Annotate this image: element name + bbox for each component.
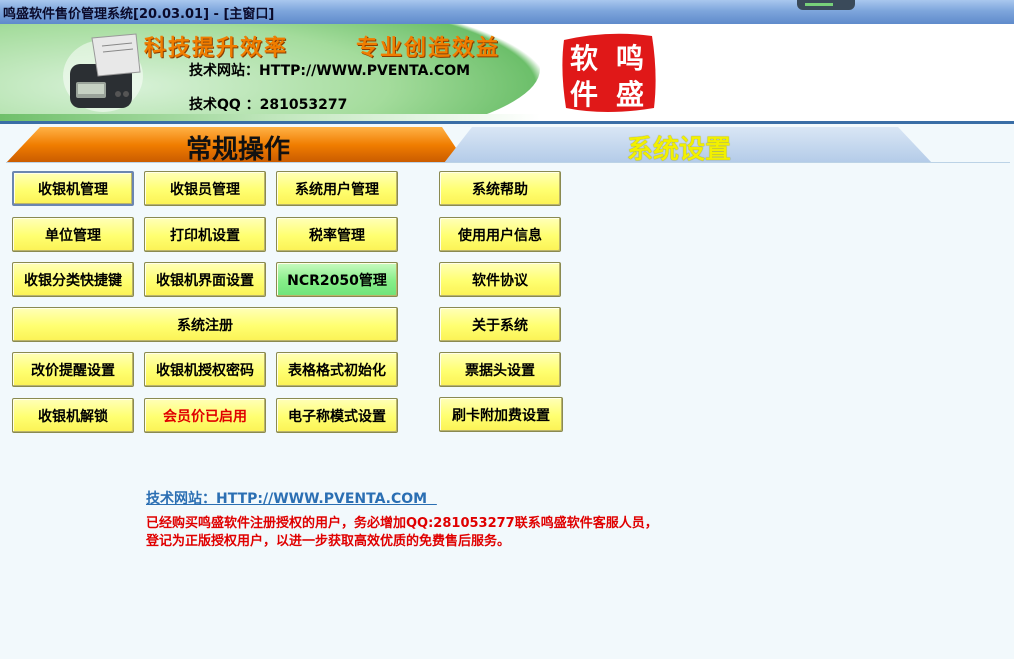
registration-notice: 已经购买鸣盛软件注册授权的用户，务必增加QQ:281053277联系鸣盛软件客服… bbox=[146, 515, 658, 551]
status-indicator-icon bbox=[805, 3, 833, 6]
card-surcharge-button[interactable]: 刷卡附加费设置 bbox=[439, 397, 563, 432]
unit-management-button[interactable]: 单位管理 bbox=[12, 217, 134, 252]
table-init-button[interactable]: 表格格式初始化 bbox=[276, 352, 398, 387]
cashier-ui-button[interactable]: 收银机界面设置 bbox=[144, 262, 266, 297]
system-register-button[interactable]: 系统注册 bbox=[12, 307, 398, 342]
window-controls[interactable] bbox=[797, 0, 855, 10]
website-link[interactable]: 技术网站：HTTP://WWW.PVENTA.COM bbox=[146, 488, 437, 508]
price-alert-button[interactable]: 改价提醒设置 bbox=[12, 352, 134, 387]
banner-divider bbox=[0, 121, 1014, 124]
user-info-button[interactable]: 使用用户信息 bbox=[439, 217, 561, 252]
banner-website: 技术网站：HTTP://WWW.PVENTA.COM bbox=[189, 63, 471, 79]
banner-qq: 技术QQ ：281053277 bbox=[189, 97, 348, 113]
scale-mode-button[interactable]: 电子称模式设置 bbox=[276, 398, 398, 433]
cashier-machine-button[interactable]: 收银机管理 bbox=[12, 171, 134, 206]
category-shortcut-button[interactable]: 收银分类快捷键 bbox=[12, 262, 134, 297]
tab-general-label: 常规操作 bbox=[186, 135, 291, 165]
notice-line-2: 登记为正版授权用户，以进一步获取高效优质的免费售后服务。 bbox=[146, 534, 511, 549]
tab-underline bbox=[6, 162, 1010, 163]
tab-general-operations[interactable]: 常规操作 bbox=[6, 127, 466, 165]
banner-stripe bbox=[0, 114, 540, 121]
software-agreement-button[interactable]: 软件协议 bbox=[439, 262, 561, 297]
cashier-unlock-button[interactable]: 收银机解锁 bbox=[12, 398, 134, 433]
tab-system-settings[interactable]: 系统设置 bbox=[444, 127, 932, 165]
title-bar: 鸣盛软件售价管理系统[20.03.01] - [主窗口] bbox=[0, 0, 1014, 25]
seal-char-3: 件 bbox=[570, 78, 598, 111]
seal-char-2: 鸣 bbox=[616, 42, 644, 75]
seal-char-1: 软 bbox=[570, 42, 598, 75]
notice-line-1: 已经购买鸣盛软件注册授权的用户，务必增加QQ:281053277联系鸣盛软件客服… bbox=[146, 516, 658, 531]
member-price-button[interactable]: 会员价已启用 bbox=[144, 398, 266, 433]
window-title: 鸣盛软件售价管理系统[20.03.01] - [主窗口] bbox=[3, 7, 275, 22]
slogan-left: 科技提升效率 bbox=[144, 35, 289, 61]
printer-settings-button[interactable]: 打印机设置 bbox=[144, 217, 266, 252]
slogan-right: 专业创造效益 bbox=[356, 35, 501, 61]
auth-password-button[interactable]: 收银机授权密码 bbox=[144, 352, 266, 387]
cashier-staff-button[interactable]: 收银员管理 bbox=[144, 171, 266, 206]
receipt-printer-icon bbox=[63, 33, 143, 112]
system-users-button[interactable]: 系统用户管理 bbox=[276, 171, 398, 206]
ncr2050-button[interactable]: NCR2050管理 bbox=[276, 262, 398, 297]
header-banner: 科技提升效率 专业创造效益 技术网站：HTTP://WWW.PVENTA.COM… bbox=[0, 24, 1014, 121]
system-help-button[interactable]: 系统帮助 bbox=[439, 171, 561, 206]
receipt-header-button[interactable]: 票据头设置 bbox=[439, 352, 561, 387]
about-system-button[interactable]: 关于系统 bbox=[439, 307, 561, 342]
tab-system-label: 系统设置 bbox=[627, 135, 732, 165]
seal-char-4: 盛 bbox=[616, 78, 644, 111]
tax-rate-button[interactable]: 税率管理 bbox=[276, 217, 398, 252]
company-seal-logo: 软 鸣 件 盛 bbox=[562, 33, 656, 112]
